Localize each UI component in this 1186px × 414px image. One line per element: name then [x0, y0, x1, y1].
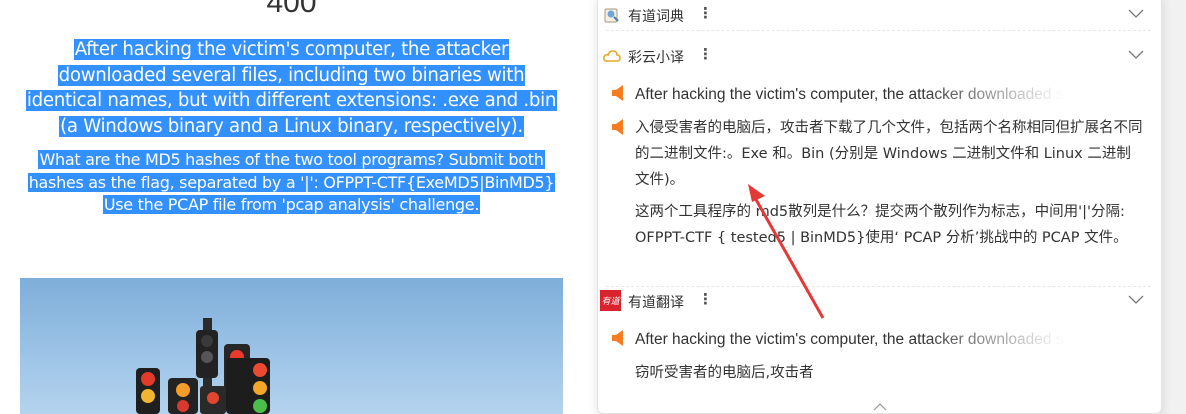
section-header-youdao-translate[interactable]: 有道 有道翻译 ⋮: [598, 289, 1161, 313]
translation-text: 这两个工具程序的 md5散列是什么？提交两个散列作为标志，中间用'|'分隔: O…: [635, 204, 1128, 246]
challenge-image-traffic-lights: [20, 278, 563, 414]
challenge-description-paragraph-1: After hacking the victim's computer, the…: [18, 37, 565, 139]
section-title: 彩云小译: [628, 50, 684, 66]
section-header-youdao-dictionary[interactable]: 有道词典 ⋮: [598, 3, 1161, 27]
more-options-icon[interactable]: ⋮: [698, 6, 713, 22]
speaker-icon[interactable]: [612, 119, 624, 135]
chevron-up-icon[interactable]: [873, 403, 887, 411]
cloud-icon: [602, 47, 621, 65]
section-title: 有道翻译: [628, 295, 684, 311]
challenge-description-paragraph-2: What are the MD5 hashes of the two tool …: [18, 149, 565, 217]
chevron-down-icon[interactable]: [1128, 293, 1144, 305]
chevron-down-icon[interactable]: [1128, 48, 1144, 60]
selected-text: What are the MD5 hashes of the two tool …: [27, 150, 556, 214]
section-header-caiyun[interactable]: 彩云小译 ⋮: [598, 44, 1161, 68]
section-divider: [606, 286, 1151, 287]
youdao-logo-text: 有道: [601, 297, 620, 307]
translation-text: 窃听受害者的电脑后,攻击者: [635, 365, 814, 381]
translation-text: 入侵受害者的电脑后，攻击者下载了几个文件，包括两个名称相同但扩展名不同的二进制文…: [635, 120, 1143, 188]
challenge-points: 400: [266, 0, 317, 19]
youdao-logo-icon: 有道: [600, 290, 621, 311]
more-options-icon[interactable]: ⋮: [698, 47, 713, 63]
speaker-icon[interactable]: [612, 85, 624, 101]
speaker-icon[interactable]: [612, 330, 624, 346]
section-divider: [606, 30, 1151, 31]
source-text: After hacking the victim's computer, the…: [635, 86, 1080, 104]
more-options-icon[interactable]: ⋮: [698, 292, 713, 308]
selected-text: After hacking the victim's computer, the…: [25, 39, 558, 137]
challenge-panel: 400 After hacking the victim's computer,…: [0, 0, 578, 414]
source-text: After hacking the victim's computer, the…: [635, 331, 1080, 349]
page-scrollbar[interactable]: [1160, 0, 1186, 414]
chevron-down-icon[interactable]: [1128, 7, 1144, 19]
translation-popup: 有道词典 ⋮ 彩云小译 ⋮ After hacking the victim's…: [597, 0, 1162, 414]
dictionary-icon: [602, 6, 621, 24]
section-title: 有道词典: [628, 9, 684, 25]
